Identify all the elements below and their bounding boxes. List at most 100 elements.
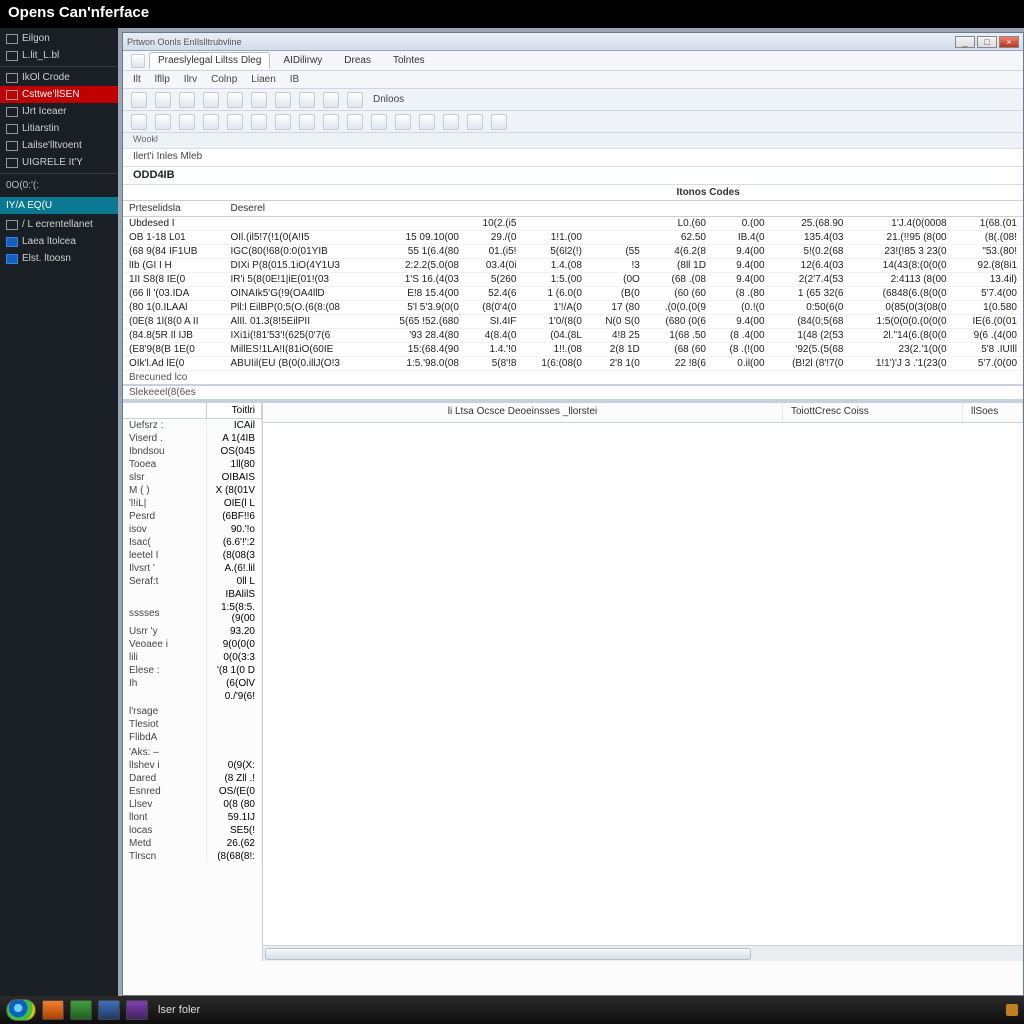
sidebar-item[interactable]: Laea ltolcea <box>0 233 118 250</box>
tool-button[interactable] <box>179 114 195 130</box>
tool-button[interactable] <box>251 92 267 108</box>
taskbar-app[interactable] <box>126 1000 148 1020</box>
sidebar-item[interactable]: L.lit_L.bl <box>0 47 118 64</box>
column-header[interactable] <box>588 201 646 217</box>
lower-column-header[interactable]: llSoes <box>963 403 1023 422</box>
table-row[interactable]: OB 1-18 L01OIl.(il5!7(!1(0(A!I515 09.10(… <box>123 231 1023 245</box>
sidebar-item[interactable]: Csttwe'llSEN <box>0 86 118 103</box>
column-header[interactable] <box>712 201 771 217</box>
tool-button[interactable] <box>299 92 315 108</box>
tool-button[interactable] <box>371 114 387 130</box>
tool-button[interactable] <box>395 114 411 130</box>
menu-item[interactable]: Ilt <box>133 74 141 85</box>
tool-button[interactable] <box>467 114 483 130</box>
tool-button[interactable] <box>251 114 267 130</box>
cell: (8ll 1D <box>646 259 712 273</box>
minimize-button[interactable]: _ <box>955 36 975 48</box>
sidebar-item[interactable]: IJrt Iceaer <box>0 103 118 120</box>
menu-item[interactable]: IB <box>290 74 299 85</box>
menu-item[interactable]: Liaen <box>251 74 275 85</box>
tool-button[interactable] <box>419 114 435 130</box>
tool-button[interactable] <box>131 92 147 108</box>
column-header[interactable]: Prteselidsla <box>123 201 225 217</box>
tool-button[interactable] <box>443 114 459 130</box>
tool-button[interactable] <box>131 114 147 130</box>
horizontal-scrollbar[interactable] <box>263 945 1023 961</box>
column-header[interactable] <box>771 201 850 217</box>
inner-titlebar[interactable]: Prtwon Oonls EnIlslltrubvline _ □ × <box>123 33 1023 51</box>
property-value: 1ll(80 <box>206 458 261 471</box>
column-header[interactable] <box>849 201 952 217</box>
sidebar-item[interactable]: Lailse'lltvoent <box>0 137 118 154</box>
tool-button[interactable] <box>203 92 219 108</box>
menu-tab[interactable]: Dreas <box>335 52 380 69</box>
tool-button[interactable] <box>347 114 363 130</box>
tool-button[interactable] <box>155 92 171 108</box>
sidebar-item[interactable]: Elst. ltoosn <box>0 250 118 267</box>
lower-column-header[interactable]: ToiottCresc Coiss <box>783 403 963 422</box>
table-row[interactable]: OIk'l.Ad lE(0ABUIil(EU (B(0(0.illJ(O!31:… <box>123 357 1023 371</box>
tool-button[interactable] <box>203 114 219 130</box>
column-header[interactable] <box>465 201 523 217</box>
scrollbar-thumb[interactable] <box>265 948 751 960</box>
tool-button[interactable] <box>275 114 291 130</box>
tool-button[interactable] <box>299 114 315 130</box>
sidebar-item-label: IJrt Iceaer <box>22 106 66 117</box>
taskbar-app[interactable] <box>42 1000 64 1020</box>
sidebar-item-selected[interactable]: IY/A EQ(U <box>0 197 118 214</box>
menu-item[interactable]: Ilrv <box>184 74 197 85</box>
table-row[interactable]: (68 9(84 IF1UBIGC(80(!68(0:0(01YIB55 1(6… <box>123 245 1023 259</box>
property-value: '(8 1(0 D <box>206 664 261 677</box>
tool-button[interactable] <box>227 114 243 130</box>
table-row[interactable]: (66 ll '(03.IDAOINAIk5'G(!9(OA4llDE!8 15… <box>123 287 1023 301</box>
tool-button[interactable] <box>275 92 291 108</box>
menu-tab[interactable]: Praeslylegal Liltss Dleg <box>149 52 270 69</box>
column-header[interactable] <box>953 201 1023 217</box>
table-row[interactable]: 1II S8(8 IE(0IR'i 5(8(0E!1|iE(01!(031'S … <box>123 273 1023 287</box>
menu-item[interactable]: Colnp <box>211 74 237 85</box>
start-button[interactable] <box>6 999 36 1021</box>
tool-button[interactable] <box>227 92 243 108</box>
table-row[interactable]: (E8'9(8(B 1E(0MillES!1LA!I(81iO(60IE15:(… <box>123 343 1023 357</box>
table-row[interactable]: Ubdesed I10(2.(i5L0.(600.(0025.(68.901'J… <box>123 217 1023 231</box>
column-header[interactable]: Deserel <box>225 201 376 217</box>
maximize-button[interactable]: □ <box>977 36 997 48</box>
sidebar-item[interactable]: / L ecrentellanet <box>0 216 118 233</box>
cell <box>225 217 376 231</box>
tray-icon[interactable] <box>1006 1004 1018 1016</box>
sidebar-item[interactable]: UIGRELE It'Y <box>0 154 118 171</box>
table-row[interactable]: (84.8(5R Il IJBIXi1i(!81'53'!(625(0'7(6'… <box>123 329 1023 343</box>
property-label: Tlesiot <box>123 718 206 731</box>
property-label <box>123 690 206 703</box>
table-row[interactable]: (0E(8 1l(8(0 A IIAlIl. 01.3(8!5EilPII5(6… <box>123 315 1023 329</box>
close-button[interactable]: × <box>999 36 1019 48</box>
menu-item[interactable]: lfllp <box>155 74 170 85</box>
sidebar-item[interactable]: Litiarstin <box>0 120 118 137</box>
tool-button[interactable] <box>179 92 195 108</box>
sidebar-item[interactable]: IkOl Crode <box>0 69 118 86</box>
column-header[interactable] <box>646 201 712 217</box>
cell: (66 ll '(03.IDA <box>123 287 225 301</box>
property-label: Isac( <box>123 536 206 549</box>
tool-button[interactable] <box>155 114 171 130</box>
taskbar-app[interactable] <box>70 1000 92 1020</box>
taskbar-app[interactable] <box>98 1000 120 1020</box>
doc-icon <box>6 90 18 100</box>
menu-tab[interactable]: Tolntes <box>384 52 434 69</box>
sidebar-item[interactable]: Eilgon <box>0 30 118 47</box>
menu-tab[interactable]: AIDilirwy <box>274 52 331 69</box>
column-header[interactable] <box>376 201 465 217</box>
column-header[interactable] <box>522 201 588 217</box>
tool-button[interactable] <box>491 114 507 130</box>
table-row[interactable]: (80 1(0.ILAAlPll:l EilBP(0;5(O.(6(8:(085… <box>123 301 1023 315</box>
property-label: Ilvsrt ' <box>123 562 206 575</box>
property-label: Usrr 'y <box>123 625 206 638</box>
tool-button[interactable] <box>347 92 363 108</box>
tool-button[interactable] <box>323 114 339 130</box>
table-row[interactable]: lIb (GI I HDIXi P(8(015.1iO(4Y1U32:2.2(5… <box>123 259 1023 273</box>
property-row: 'l!iL|OIE(l L <box>123 497 262 510</box>
property-value: 26.(62 <box>206 837 261 850</box>
cell: IR'i 5(8(0E!1|iE(01!(03 <box>225 273 376 287</box>
tool-button[interactable] <box>323 92 339 108</box>
lower-column-header[interactable]: li Ltsa Ocsce Deoeinsses _llorstei <box>263 403 783 422</box>
